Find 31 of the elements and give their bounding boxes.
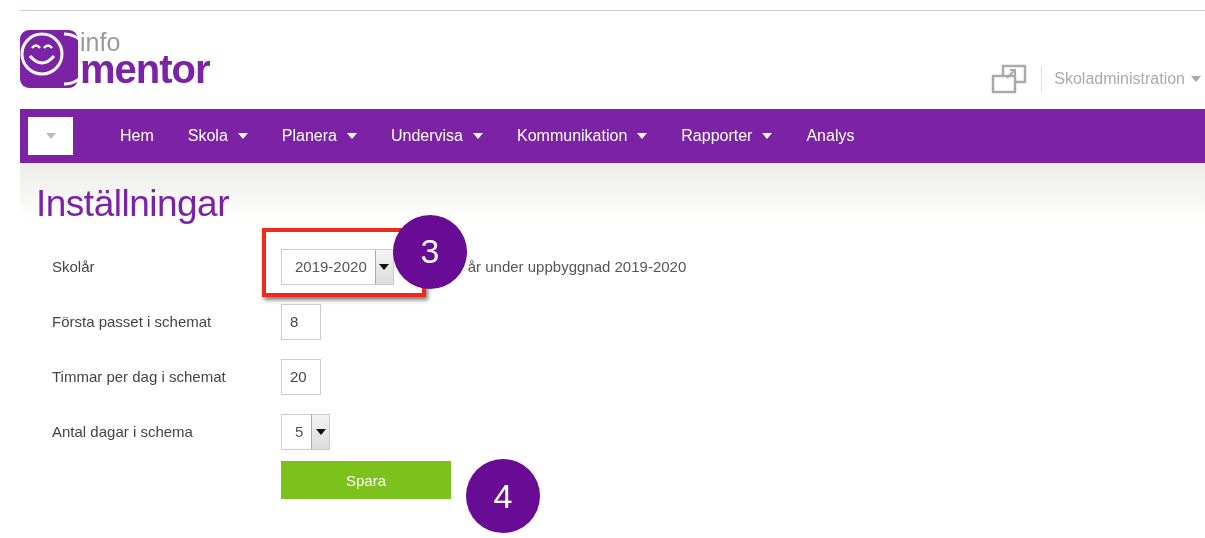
nav-item[interactable]: Skola xyxy=(187,127,248,145)
step-number-badge: 4 xyxy=(466,459,540,533)
nav-item[interactable]: Hem xyxy=(120,127,154,145)
year-select[interactable]: 2019-2020 xyxy=(281,248,394,285)
nav-item[interactable]: Planera xyxy=(281,127,357,145)
caret-icon xyxy=(379,263,390,270)
caret-icon xyxy=(637,133,648,139)
nav-item[interactable]: Rapporter xyxy=(681,127,773,145)
logo-text: info xyxy=(80,32,122,52)
caret-icon xyxy=(473,133,483,139)
nav-item[interactable]: Undervisa xyxy=(390,127,483,145)
caret-icon xyxy=(1191,76,1201,82)
nav-item[interactable]: Analys xyxy=(806,127,855,145)
field-label: Första passet i schemat xyxy=(52,313,213,330)
caret-icon xyxy=(762,133,773,139)
step-number-badge: 3 xyxy=(393,214,467,289)
nav-item[interactable]: Kommunikation xyxy=(517,127,648,145)
caret-icon xyxy=(45,133,56,139)
page-title: Inställningar xyxy=(35,182,230,222)
field-label: Timmar per dag i schemat xyxy=(52,368,227,385)
caret-icon xyxy=(315,428,326,435)
input-field[interactable]: 8 xyxy=(281,303,321,340)
info-text: år under uppbyggnad 2019-2020 xyxy=(467,258,687,275)
field-label: Skolår xyxy=(52,258,96,275)
input-field[interactable]: 20 xyxy=(281,358,321,395)
field-label: Antal dagar i schema xyxy=(52,423,194,440)
caret-icon xyxy=(346,133,357,139)
smiley-logo-icon xyxy=(20,30,78,88)
day-select[interactable]: 5 xyxy=(281,413,331,450)
logo-text: mentor xyxy=(80,52,210,86)
caret-icon xyxy=(237,133,248,139)
